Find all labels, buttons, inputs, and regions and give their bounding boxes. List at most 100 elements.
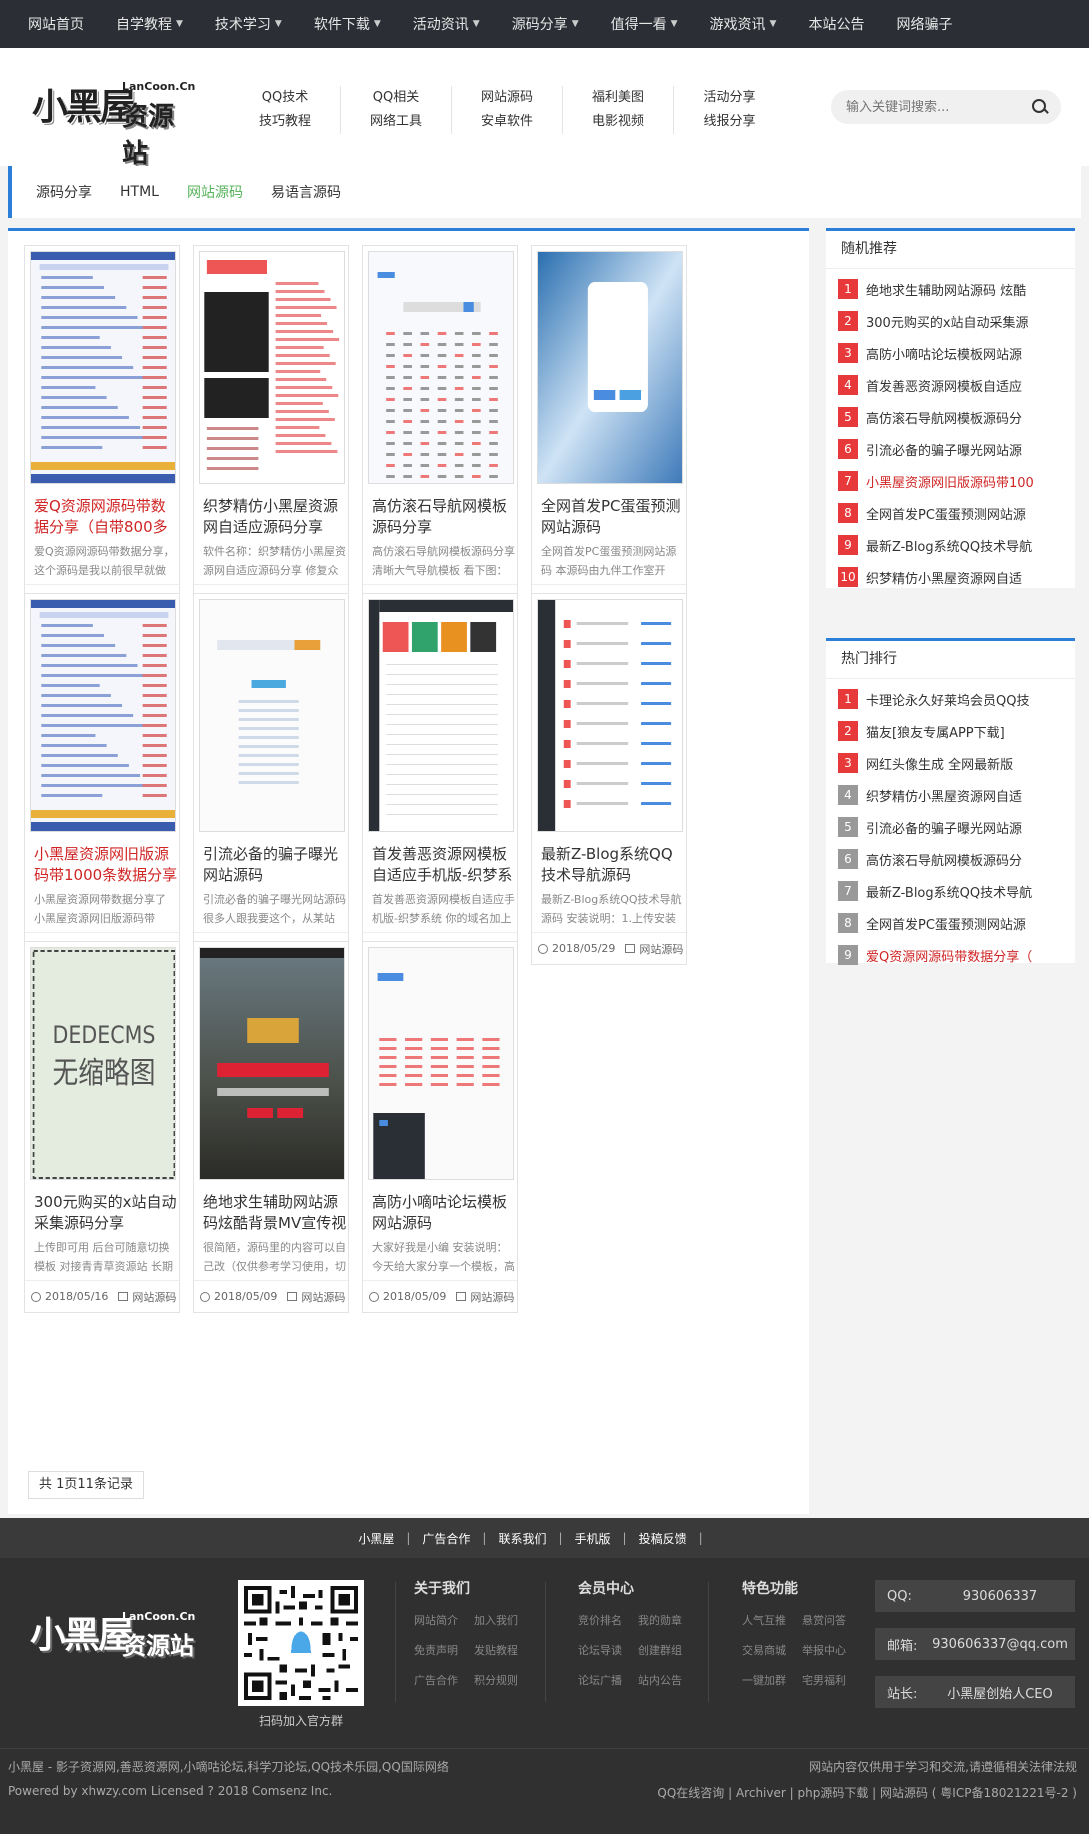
article-category[interactable]: 网站源码 (639, 941, 683, 957)
footer-nav-link[interactable]: 联系我们 (486, 1530, 558, 1547)
ranking-item[interactable]: 5 高仿滚石导航网模板源码分 (838, 401, 1075, 433)
site-logo[interactable]: 小黑屋 LanCoon.Cn 资源站 (32, 78, 197, 169)
footer-link[interactable]: 竞价排名 (578, 1612, 622, 1628)
article-category[interactable]: 网站源码 (301, 1289, 345, 1305)
footer-link[interactable]: 悬赏问答 (802, 1612, 846, 1628)
ranking-item[interactable]: 4 织梦精仿小黑屋资源网自适 (838, 779, 1075, 811)
footer-link[interactable]: 发贴教程 (474, 1642, 518, 1658)
topnav-item[interactable]: 软件下载 ▼ (298, 14, 397, 34)
ranking-item[interactable]: 9 爱Q资源网源码带数据分享（ (838, 939, 1075, 971)
header-link[interactable]: QQ技术 (230, 86, 340, 110)
footer-link[interactable]: 一键加群 (742, 1672, 786, 1688)
article-card[interactable]: 小黑屋资源网旧版源码带1000条数据分享 小黑屋资源网带数据分享了 小黑屋资源网旧… (24, 593, 180, 965)
article-title[interactable]: 全网首发PC蛋蛋预测网站源码 (541, 496, 686, 538)
ranking-item[interactable]: 8 全网首发PC蛋蛋预测网站源 (838, 907, 1075, 939)
footer-link[interactable]: 免责声明 (414, 1642, 458, 1658)
article-thumbnail[interactable] (537, 599, 683, 832)
article-card[interactable]: 织梦精仿小黑屋资源网自适应源码分享 软件名称：织梦精仿小黑屋资源网自适应源码分享 … (193, 245, 349, 617)
ranking-item[interactable]: 1 绝地求生辅助网站源码 炫酷 (838, 273, 1075, 305)
topnav-item[interactable]: 源码分享 ▼ (496, 14, 595, 34)
subnav-item[interactable]: HTML (106, 184, 173, 200)
topnav-item[interactable]: 活动资讯 ▼ (397, 14, 496, 34)
article-title[interactable]: 高仿滚石导航网模板源码分享 (372, 496, 517, 538)
footer-logo[interactable]: 小黑屋 LanCoon.Cn 资源站 (30, 1606, 195, 1664)
topnav-item[interactable]: 游戏资讯 ▼ (694, 14, 793, 34)
header-link[interactable]: 活动分享 (674, 86, 785, 110)
header-link[interactable]: 电影视频 (563, 110, 673, 134)
footer-nav-link[interactable]: 手机版 (563, 1530, 623, 1547)
article-title[interactable]: 300元购买的x站自动采集源码分享 (34, 1192, 179, 1234)
ranking-item[interactable]: 2 300元购买的x站自动采集源 (838, 305, 1075, 337)
article-thumbnail[interactable] (368, 947, 514, 1180)
article-thumbnail[interactable] (368, 599, 514, 832)
topnav-item[interactable]: 网站首页 (12, 14, 100, 34)
footer-link[interactable]: 举报中心 (802, 1642, 846, 1658)
ranking-item[interactable]: 5 引流必备的骗子曝光网站源 (838, 811, 1075, 843)
article-thumbnail[interactable] (199, 947, 345, 1180)
article-title[interactable]: 爱Q资源网源码带数据分享（自带800多文 (34, 496, 179, 538)
footer-link[interactable]: 加入我们 (474, 1612, 518, 1628)
ranking-item[interactable]: 8 全网首发PC蛋蛋预测网站源 (838, 497, 1075, 529)
article-thumbnail[interactable] (30, 251, 176, 484)
subnav-item[interactable]: 网站源码 (173, 182, 257, 202)
article-title[interactable]: 小黑屋资源网旧版源码带1000条数据分享 (34, 844, 179, 886)
ranking-item[interactable]: 7 小黑屋资源网旧版源码带100 (838, 465, 1075, 497)
article-title[interactable]: 最新Z-Blog系统QQ技术导航源码 (541, 844, 686, 886)
header-link[interactable]: 技巧教程 (230, 110, 340, 134)
article-thumbnail[interactable]: DEDECMS 无缩略图 (30, 947, 176, 1180)
ranking-item[interactable]: 6 高仿滚石导航网模板源码分 (838, 843, 1075, 875)
article-category[interactable]: 网站源码 (470, 1289, 514, 1305)
article-card[interactable]: DEDECMS 无缩略图 300元购买的x站自动采集源码分享 上传即可用 后台可随意切… (24, 941, 180, 1313)
search-icon[interactable] (1031, 98, 1049, 116)
ranking-item[interactable]: 6 引流必备的骗子曝光网站源 (838, 433, 1075, 465)
article-thumbnail[interactable] (368, 251, 514, 484)
header-link[interactable]: 线报分享 (674, 110, 785, 134)
article-title[interactable]: 首发善恶资源网模板自适应手机版-织梦系统 (372, 844, 517, 886)
article-card[interactable]: 引流必备的骗子曝光网站源码引流必备的骗子曝光网站源码 很多人跟我要这个，从某站v… (193, 593, 349, 965)
article-thumbnail[interactable] (199, 599, 345, 832)
ranking-item[interactable]: 2 猫友[狼友专属APP下载] (838, 715, 1075, 747)
topnav-item[interactable]: 技术学习 ▼ (199, 14, 298, 34)
ranking-item[interactable]: 4 首发善恶资源网模板自适应 (838, 369, 1075, 401)
footer-link[interactable]: 创建群组 (638, 1642, 682, 1658)
header-link[interactable]: 安卓软件 (452, 110, 562, 134)
header-link[interactable]: 网站源码 (452, 86, 562, 110)
header-link[interactable]: 网络工具 (341, 110, 451, 134)
article-title[interactable]: 织梦精仿小黑屋资源网自适应源码分享 (203, 496, 348, 538)
article-title[interactable]: 绝地求生辅助网站源码炫酷背景MV宣传视频 (203, 1192, 348, 1234)
footer-link[interactable]: 广告合作 (414, 1672, 458, 1688)
ranking-item[interactable]: 7 最新Z-Blog系统QQ技术导航 (838, 875, 1075, 907)
header-link[interactable]: QQ相关 (341, 86, 451, 110)
ranking-item[interactable]: 3 网红头像生成 全网最新版 (838, 747, 1075, 779)
article-card[interactable]: 最新Z-Blog系统QQ技术导航源码 最新Z-Blog系统QQ技术导航源码 安装说… (531, 593, 687, 965)
footer-nav-link[interactable]: 广告合作 (410, 1530, 482, 1547)
article-card[interactable]: 爱Q资源网源码带数据分享（自带800多文爱Q资源网源码带数据分享，这个源码是我以… (24, 245, 180, 617)
article-category[interactable]: 网站源码 (132, 1289, 176, 1305)
footer-link[interactable]: 宅男福利 (802, 1672, 846, 1688)
article-title[interactable]: 高防小嘀咕论坛模板网站源码 (372, 1192, 517, 1234)
ranking-item[interactable]: 3 高防小嘀咕论坛模板网站源 (838, 337, 1075, 369)
footer-link[interactable]: 积分规则 (474, 1672, 518, 1688)
topnav-item[interactable]: 自学教程 ▼ (100, 14, 199, 34)
article-thumbnail[interactable] (537, 251, 683, 484)
subnav-item[interactable]: 源码分享 (22, 182, 106, 202)
footer-nav-link[interactable]: 小黑屋 (346, 1530, 406, 1547)
article-card[interactable]: 全网首发PC蛋蛋预测网站源码全网首发PC蛋蛋预测网站源码 本源码由九伴工作室开发… (531, 245, 687, 617)
footer-link[interactable]: 论坛广播 (578, 1672, 622, 1688)
subnav-item[interactable]: 易语言源码 (257, 182, 355, 202)
footer-link[interactable]: 论坛导读 (578, 1642, 622, 1658)
footer-link[interactable]: 我的勋章 (638, 1612, 682, 1628)
footer-nav-link[interactable]: 投稿反馈 (627, 1530, 699, 1547)
topnav-item[interactable]: 网络骗子 (880, 14, 968, 34)
article-card[interactable]: 高防小嘀咕论坛模板网站源码大家好我是小编 安装说明：今天给大家分享一个模板，高防… (362, 941, 518, 1313)
ranking-item[interactable]: 10 织梦精仿小黑屋资源网自适 (838, 561, 1075, 593)
ranking-item[interactable]: 1 卡理论永久好莱坞会员QQ技 (838, 683, 1075, 715)
footer-link[interactable]: 网站简介 (414, 1612, 458, 1628)
header-link[interactable]: 福利美图 (563, 86, 673, 110)
footer-link[interactable]: 站内公告 (638, 1672, 682, 1688)
article-card[interactable]: 绝地求生辅助网站源码炫酷背景MV宣传视频很简陋，源码里的内容可以自己改（仅供参考… (193, 941, 349, 1313)
article-card[interactable]: 高仿滚石导航网模板源码分享 高仿滚石导航网模板源码分享 清晰大气导航模板 看下图：… (362, 245, 518, 617)
article-title[interactable]: 引流必备的骗子曝光网站源码 (203, 844, 348, 886)
footer-link[interactable]: 交易商城 (742, 1642, 786, 1658)
topnav-item[interactable]: 本站公告 (792, 14, 880, 34)
